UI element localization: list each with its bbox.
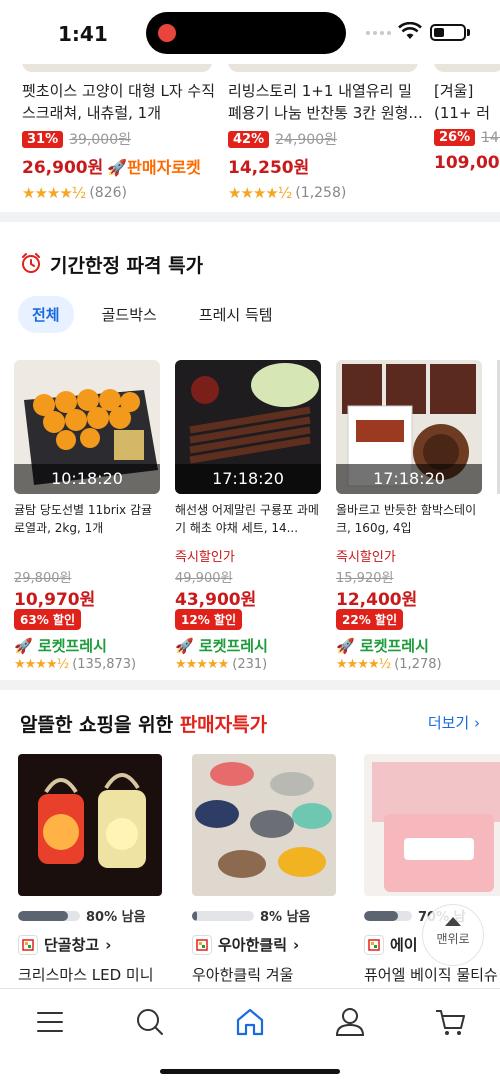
product-name: 펫초이스 고양이 대형 L자 수직 스크래쳐, 내츄럴, 1개 (22, 82, 216, 122)
dynamic-island (146, 12, 346, 54)
section-title-seller-special: 알뜰한 쇼핑을 위한 판매자특가 (20, 714, 268, 736)
discount-badge: 22% 할인 (336, 609, 403, 630)
home-indicator (160, 1069, 340, 1074)
tab-fresh-deal[interactable]: 프레시 득템 (185, 296, 287, 333)
original-price: 15,920원 (336, 571, 394, 586)
original-price: 29,800원 (14, 571, 72, 586)
rating-count: (135,873) (72, 657, 137, 672)
discount-badge: 26% (434, 129, 476, 146)
section-title-flash-deal: 기간한정 파격 특가 (50, 255, 204, 277)
star-rating-icon: ★★★★½ (22, 184, 86, 202)
star-rating-icon: ★★★★½ (228, 184, 292, 202)
rocket-fresh-badge: 🚀 로켓프레시 (336, 637, 429, 655)
product-name: 우아한클릭 겨울 (192, 966, 294, 984)
product-image (364, 754, 500, 896)
stock-progress-bar (364, 910, 412, 921)
status-bar: 1:41 (0, 0, 500, 64)
product-image (192, 754, 336, 896)
status-time: 1:41 (58, 22, 108, 46)
star-rating-icon: ★★★★½ (336, 657, 391, 672)
stock-progress-bar (192, 910, 254, 921)
product-name: 리빙스토리 1+1 내열유리 밀폐용기 나눔 반찬통 3칸 원형... (228, 82, 423, 122)
section-divider (0, 212, 500, 222)
store-name: 에이 (390, 936, 418, 954)
rocket-fresh-badge: 🚀 로켓프레시 (14, 637, 107, 655)
original-price: 24,900원 (275, 132, 337, 148)
instant-discount-label: 즉시할인가 (336, 550, 396, 565)
product-image (18, 754, 162, 896)
product-name: 올바르고 반듯한 함박스테이크, 160g, 4입 (336, 503, 477, 535)
product-image: 10:18:20 (14, 360, 160, 494)
sale-price: 10,970원 (14, 590, 96, 610)
arrow-up-icon (445, 917, 461, 926)
instant-discount-label: 즉시할인가 (175, 550, 235, 565)
chevron-right-icon: › (105, 935, 112, 954)
original-price: 149 (481, 129, 500, 146)
battery-icon (430, 24, 466, 41)
store-logo-icon (192, 934, 212, 955)
sale-price: 14,250원 (228, 158, 310, 178)
product-image: 17:18:20 (175, 360, 321, 494)
product-name: 퓨어엘 베이직 물티슈 (364, 966, 498, 984)
rating-count: (1,278) (394, 657, 442, 672)
countdown-timer: 17:18:20 (336, 464, 482, 494)
alarm-clock-icon (22, 253, 40, 273)
store-name: 우아한클릭 (218, 936, 288, 954)
stock-progress-bar (18, 910, 80, 921)
scroll-to-top-label: 맨위로 (436, 932, 470, 946)
search-icon[interactable] (130, 1005, 170, 1039)
tab-all[interactable]: 전체 (18, 296, 74, 333)
bottom-nav (0, 988, 500, 1084)
recording-dot-icon (158, 24, 176, 42)
product-image: 17:18:20 (336, 360, 482, 494)
rocket-fresh-badge: 🚀 로켓프레시 (175, 637, 268, 655)
filter-tabs: 전체 골드박스 프레시 득템 (18, 296, 287, 333)
seller-rocket-badge: 🚀판매자로켓 (107, 157, 201, 177)
store-name: 단골창고 (44, 936, 100, 954)
rating-count: (231) (232, 657, 268, 672)
store-link[interactable]: 우아한클릭 › (192, 934, 299, 955)
original-price: 49,900원 (175, 571, 233, 586)
cart-icon[interactable] (430, 1005, 470, 1039)
store-logo-icon (364, 934, 384, 955)
stock-remaining: 8% 남음 (260, 910, 311, 925)
sale-price: 109,000 (434, 153, 500, 173)
home-icon[interactable] (230, 1005, 270, 1039)
store-logo-icon (18, 934, 38, 955)
product-name: [겨울] (11+ 러 핏 블레 (434, 82, 491, 122)
section-divider (0, 680, 500, 690)
sale-price: 43,900원 (175, 590, 257, 610)
product-name: 귤탐 당도선별 11brix 감귤 로열과, 2kg, 1개 (14, 503, 153, 535)
chevron-right-icon: › (293, 935, 300, 954)
more-link[interactable]: 더보기 › (428, 712, 480, 733)
menu-icon[interactable] (30, 1005, 70, 1039)
tab-goldbox[interactable]: 골드박스 (88, 296, 171, 333)
rating-count: (1,258) (295, 185, 347, 201)
scroll-to-top-button[interactable]: 맨위로 (422, 904, 484, 966)
product-name: 크리스마스 LED 미니 (18, 966, 154, 984)
rating-count: (826) (89, 185, 127, 201)
stock-remaining: 80% 남음 (86, 910, 146, 925)
discount-badge: 63% 할인 (14, 609, 81, 630)
discount-badge: 42% (228, 130, 270, 148)
sale-price: 26,900원 (22, 158, 104, 178)
store-link[interactable]: 단골창고 › (18, 934, 111, 955)
profile-icon[interactable] (330, 1005, 370, 1039)
discount-badge: 12% 할인 (175, 609, 242, 630)
store-link[interactable]: 에이 (364, 934, 418, 955)
star-rating-icon: ★★★★★ (175, 657, 229, 672)
product-name: 해선생 어제말린 구룡포 과메기 해초 야채 세트, 14... (175, 503, 319, 535)
wifi-icon (398, 22, 422, 39)
countdown-timer: 17:18:20 (175, 464, 321, 494)
sale-price: 12,400원 (336, 590, 418, 610)
discount-badge: 31% (22, 130, 64, 148)
original-price: 39,000원 (69, 132, 131, 148)
countdown-timer: 10:18:20 (14, 464, 160, 494)
star-rating-icon: ★★★★½ (14, 657, 69, 672)
signal-icon (366, 31, 391, 35)
